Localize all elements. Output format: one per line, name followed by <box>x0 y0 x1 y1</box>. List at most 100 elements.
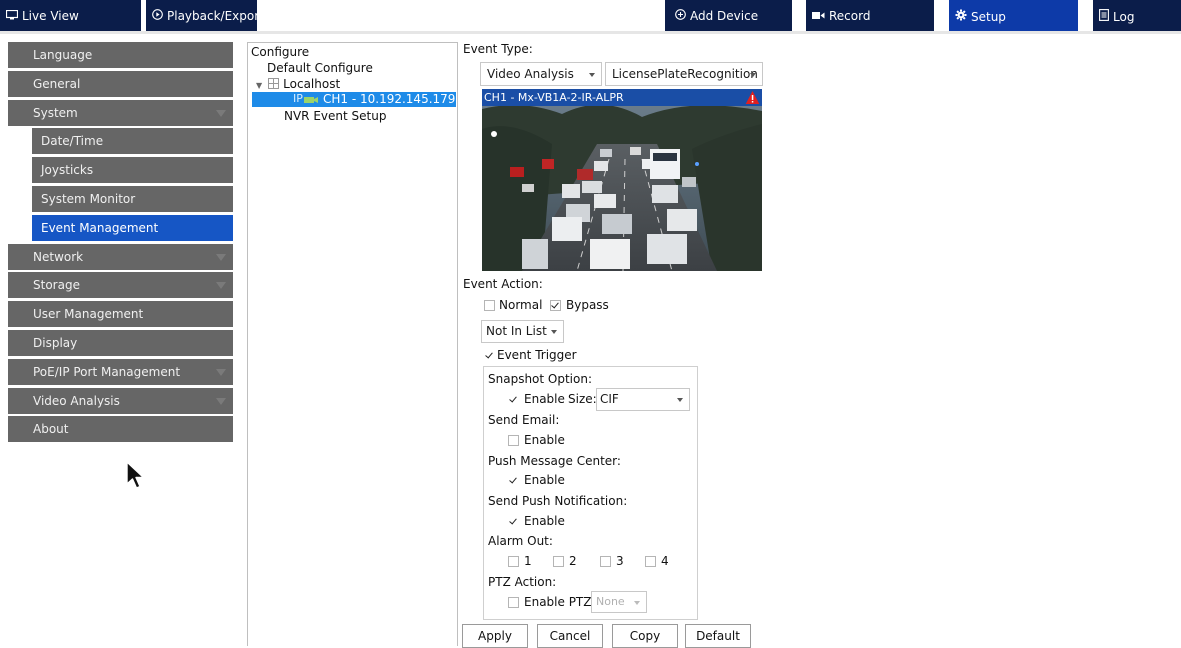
video-title-bar: CH1 - Mx-VB1A-2-IR-ALPR <box>482 89 762 106</box>
menu-item-event-management[interactable]: Event Management <box>32 214 233 241</box>
tab-record[interactable]: Record <box>806 0 934 31</box>
cancel-button[interactable]: Cancel <box>537 624 603 648</box>
size-label: Size: <box>568 392 597 406</box>
send-push-notification-label: Send Push Notification: <box>488 494 628 508</box>
alarm-out-3-checkbox[interactable] <box>600 556 611 567</box>
menu-item-user-management[interactable]: User Management <box>8 301 233 328</box>
menu-item-about[interactable]: About <box>8 416 233 443</box>
menu-item-system-monitor[interactable]: System Monitor <box>32 185 233 212</box>
menu-item-label: Joysticks <box>41 163 94 178</box>
grid-icon <box>268 78 280 92</box>
tab-label: Live View <box>22 9 79 23</box>
alarm-out-3-label: 3 <box>616 554 624 568</box>
event-type-dropdown[interactable]: Video Analysis <box>480 62 602 86</box>
tree-item-label: Localhost <box>283 77 341 91</box>
alarm-out-2-checkbox[interactable] <box>553 556 564 567</box>
menu-item-label: System Monitor <box>41 191 136 206</box>
tab-add-device[interactable]: Add Device <box>665 0 792 31</box>
apply-button[interactable]: Apply <box>462 624 528 648</box>
tree-item-channel-selected[interactable]: IP CH1 - 10.192.145.179 <box>252 92 456 107</box>
play-circle-icon <box>152 9 163 24</box>
send-push-notification-checkbox[interactable] <box>508 516 519 527</box>
menu-item-label: Display <box>33 335 78 350</box>
snapshot-size-dropdown[interactable]: CIF <box>596 388 690 411</box>
mouse-pointer-icon <box>125 460 147 493</box>
tab-label: Setup <box>971 10 1006 24</box>
list-mode-dropdown[interactable]: Not In List <box>481 320 564 343</box>
menu-item-language[interactable]: Language <box>8 42 233 68</box>
menu-item-label: General <box>33 76 81 91</box>
warning-icon <box>745 90 760 105</box>
send-email-checkbox[interactable] <box>508 435 519 446</box>
normal-label: Normal <box>499 298 543 312</box>
chevron-down-icon <box>216 253 226 261</box>
send-push-notification-enable-label: Enable <box>524 514 565 528</box>
ptz-preset-dropdown[interactable]: None <box>591 591 647 613</box>
camera-icon <box>304 94 318 108</box>
alarm-out-4-label: 4 <box>661 554 669 568</box>
camera-preview: CH1 - Mx-VB1A-2-IR-ALPR <box>482 89 762 271</box>
menu-item-joysticks[interactable]: Joysticks <box>32 157 233 184</box>
tree-item-localhost[interactable]: ▼ Localhost <box>256 77 340 92</box>
push-message-center-checkbox[interactable] <box>508 475 519 486</box>
bypass-checkbox[interactable] <box>550 300 561 311</box>
event-trigger-checkbox[interactable] <box>484 350 495 361</box>
menu-item-label: About <box>33 422 69 437</box>
enable-ptz-checkbox[interactable] <box>508 597 519 608</box>
menu-item-poe-ip-port-management[interactable]: PoE/IP Port Management <box>8 358 233 385</box>
menu-item-display[interactable]: Display <box>8 329 233 356</box>
bypass-label: Bypass <box>566 298 609 312</box>
tab-setup[interactable]: Setup <box>949 0 1078 31</box>
chevron-down-icon <box>551 330 557 334</box>
push-message-center-enable-label: Enable <box>524 473 565 487</box>
chevron-down-icon <box>216 368 226 376</box>
normal-checkbox[interactable] <box>484 300 495 311</box>
monitor-icon <box>5 9 19 24</box>
alarm-out-2-label: 2 <box>569 554 577 568</box>
chevron-down-icon <box>634 601 640 605</box>
default-button[interactable]: Default <box>685 624 751 648</box>
menu-item-system[interactable]: System <box>8 99 233 126</box>
menu-item-label: Date/Time <box>41 134 104 149</box>
tab-label: Log <box>1113 10 1135 24</box>
menu-item-label: System <box>33 105 78 120</box>
tree-header: Configure <box>251 45 310 59</box>
menu-item-label: PoE/IP Port Management <box>33 364 181 379</box>
tab-label: Playback/Export <box>167 9 264 23</box>
send-email-label: Send Email: <box>488 413 560 427</box>
copy-button[interactable]: Copy <box>612 624 678 648</box>
chevron-down-icon <box>216 109 226 117</box>
snapshot-enable-checkbox[interactable] <box>508 394 519 405</box>
expand-caret-icon[interactable]: ▼ <box>256 81 262 90</box>
event-type-label: Event Type: <box>463 42 533 56</box>
alarm-out-4-checkbox[interactable] <box>645 556 656 567</box>
menu-item-storage[interactable]: Storage <box>8 272 233 299</box>
tab-playback-export[interactable]: Playback/Export <box>146 0 264 31</box>
event-subtype-dropdown[interactable]: LicensePlateRecognition <box>605 62 763 86</box>
tab-live-view[interactable]: Live View <box>0 0 141 31</box>
ptz-action-label: PTZ Action: <box>488 575 557 589</box>
menu-item-network[interactable]: Network <box>8 243 233 270</box>
chevron-down-icon <box>750 73 756 77</box>
top-bar-divider <box>0 31 1181 34</box>
event-action-label: Event Action: <box>463 277 543 291</box>
snapshot-option-label: Snapshot Option: <box>488 372 593 386</box>
menu-item-date-time[interactable]: Date/Time <box>32 128 233 155</box>
tab-label: Add Device <box>690 9 759 23</box>
enable-ptz-label: Enable PTZ <box>524 595 592 609</box>
menu-item-label: Storage <box>33 278 80 293</box>
tree-item-default-configure[interactable]: Default Configure <box>267 61 373 75</box>
record-icon <box>812 10 825 24</box>
chevron-down-icon <box>677 398 683 402</box>
menu-item-general[interactable]: General <box>8 70 233 97</box>
alarm-out-1-checkbox[interactable] <box>508 556 519 567</box>
menu-item-video-analysis[interactable]: Video Analysis <box>8 387 233 414</box>
snapshot-enable-label: Enable <box>524 392 565 406</box>
menu-item-label: Event Management <box>41 220 159 235</box>
tree-item-nvr-event-setup[interactable]: NVR Event Setup <box>284 109 386 123</box>
setup-menu: Language General System Date/Time Joysti… <box>8 42 233 445</box>
tab-log[interactable]: Log <box>1093 0 1181 31</box>
tree-item-label: CH1 - 10.192.145.179 <box>323 92 456 106</box>
dropdown-value: None <box>596 595 625 608</box>
video-title: CH1 - Mx-VB1A-2-IR-ALPR <box>484 91 624 104</box>
